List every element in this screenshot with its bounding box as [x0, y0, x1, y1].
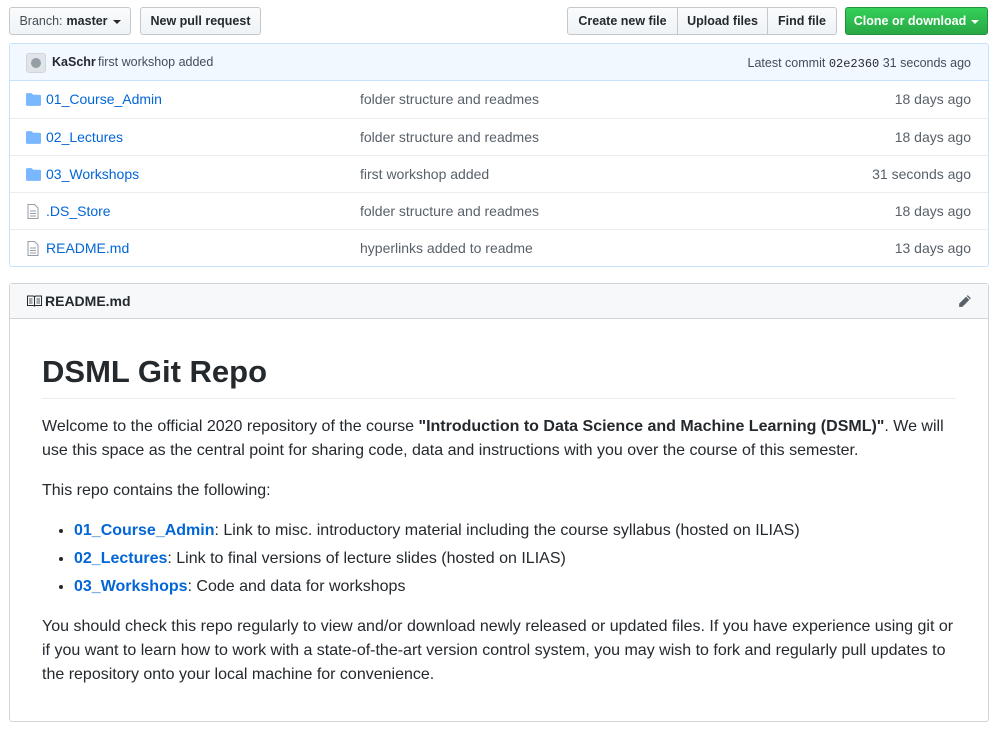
branch-select-button[interactable]: Branch: master — [9, 7, 131, 35]
readme-link-course-admin[interactable]: 01_Course_Admin — [74, 522, 215, 539]
list-item: 01_Course_Admin: Link to misc. introduct… — [74, 519, 956, 543]
commit-message-link[interactable]: first workshop added — [98, 55, 213, 69]
upload-files-button[interactable]: Upload files — [678, 7, 768, 35]
intro-text: Welcome to the official 2020 repository … — [42, 418, 419, 436]
list-item-text: : Code and data for workshops — [187, 578, 406, 596]
readme-contains-paragraph: This repo contains the following: — [42, 482, 271, 500]
create-new-file-button[interactable]: Create new file — [567, 7, 678, 35]
file-name-link[interactable]: .DS_Store — [46, 203, 111, 219]
pencil-icon[interactable] — [957, 294, 972, 309]
chevron-down-icon — [112, 19, 121, 24]
branch-name: master — [66, 14, 108, 28]
file-icon — [27, 241, 39, 256]
file-row: 01_Course_Admin folder structure and rea… — [10, 81, 988, 118]
latest-commit-info: Latest commit 02e2360 31 seconds ago — [748, 56, 971, 71]
chevron-down-icon — [971, 19, 980, 24]
file-rows: 01_Course_Admin folder structure and rea… — [10, 81, 988, 266]
file-age: 18 days ago — [894, 129, 971, 145]
course-title: "Introduction to Data Science and Machin… — [418, 418, 885, 436]
list-item-text: : Link to final versions of lecture slid… — [167, 550, 566, 568]
folder-icon — [26, 131, 41, 144]
readme-link-workshops[interactable]: 03_Workshops — [74, 578, 188, 595]
commit-sha-link[interactable]: 02e2360 — [829, 57, 879, 71]
readme-header: README.md — [10, 284, 988, 319]
avatar-icon — [31, 58, 41, 68]
file-actions-group: Create new file Upload files Find file — [567, 7, 837, 35]
file-name-link[interactable]: 02_Lectures — [46, 129, 123, 145]
commit-author-link[interactable]: KaSchr — [52, 55, 96, 69]
file-table: KaSchr first workshop added Latest commi… — [9, 43, 989, 267]
latest-commit-label: Latest commit — [747, 56, 826, 70]
readme-file-title: README.md — [45, 293, 131, 309]
file-age: 18 days ago — [894, 91, 971, 107]
book-icon — [27, 295, 42, 307]
file-commit-message-link[interactable]: folder structure and readmes — [360, 129, 539, 145]
file-commit-message-link[interactable]: first workshop added — [360, 166, 489, 182]
readme-list: 01_Course_Admin: Link to misc. introduct… — [42, 519, 956, 599]
avatar[interactable] — [26, 53, 46, 73]
readme-closing-paragraph: You should check this repo regularly to … — [42, 618, 954, 684]
file-row: .DS_Store folder structure and readmes 1… — [10, 192, 988, 229]
clone-or-download-button[interactable]: Clone or download — [845, 7, 988, 35]
file-age: 18 days ago — [894, 203, 971, 219]
latest-commit-bar: KaSchr first workshop added Latest commi… — [10, 44, 988, 81]
repo-toolbar: Branch: master New pull request Create n… — [9, 7, 988, 35]
file-name-link[interactable]: README.md — [46, 240, 129, 256]
file-commit-message-link[interactable]: hyperlinks added to readme — [360, 240, 533, 256]
commit-age: 31 seconds ago — [882, 56, 971, 70]
folder-icon — [26, 168, 41, 181]
file-name-link[interactable]: 01_Course_Admin — [46, 91, 162, 107]
clone-or-download-label: Clone or download — [853, 14, 967, 28]
file-age: 31 seconds ago — [872, 166, 971, 182]
list-item-text: : Link to misc. introductory material in… — [214, 522, 800, 540]
file-icon — [27, 204, 39, 219]
readme-panel: README.md DSML Git Repo Welcome to the o… — [9, 283, 989, 722]
file-commit-message-link[interactable]: folder structure and readmes — [360, 203, 539, 219]
readme-content: DSML Git Repo Welcome to the official 20… — [42, 319, 956, 687]
file-row: 02_Lectures folder structure and readmes… — [10, 118, 988, 155]
readme-heading: DSML Git Repo — [42, 353, 956, 400]
file-name-link[interactable]: 03_Workshops — [46, 166, 139, 182]
list-item: 02_Lectures: Link to final versions of l… — [74, 547, 956, 571]
file-commit-message-link[interactable]: folder structure and readmes — [360, 91, 539, 107]
branch-prefix: Branch: — [19, 14, 63, 28]
list-item: 03_Workshops: Code and data for workshop… — [74, 575, 956, 599]
find-file-button[interactable]: Find file — [768, 7, 837, 35]
file-age: 13 days ago — [894, 240, 971, 256]
folder-icon — [26, 93, 41, 106]
new-pull-request-button[interactable]: New pull request — [140, 7, 261, 35]
file-row: README.md hyperlinks added to readme 13 … — [10, 229, 988, 266]
readme-intro-paragraph: Welcome to the official 2020 repository … — [42, 415, 956, 463]
file-row: 03_Workshops first workshop added 31 sec… — [10, 155, 988, 192]
readme-link-lectures[interactable]: 02_Lectures — [74, 550, 167, 567]
